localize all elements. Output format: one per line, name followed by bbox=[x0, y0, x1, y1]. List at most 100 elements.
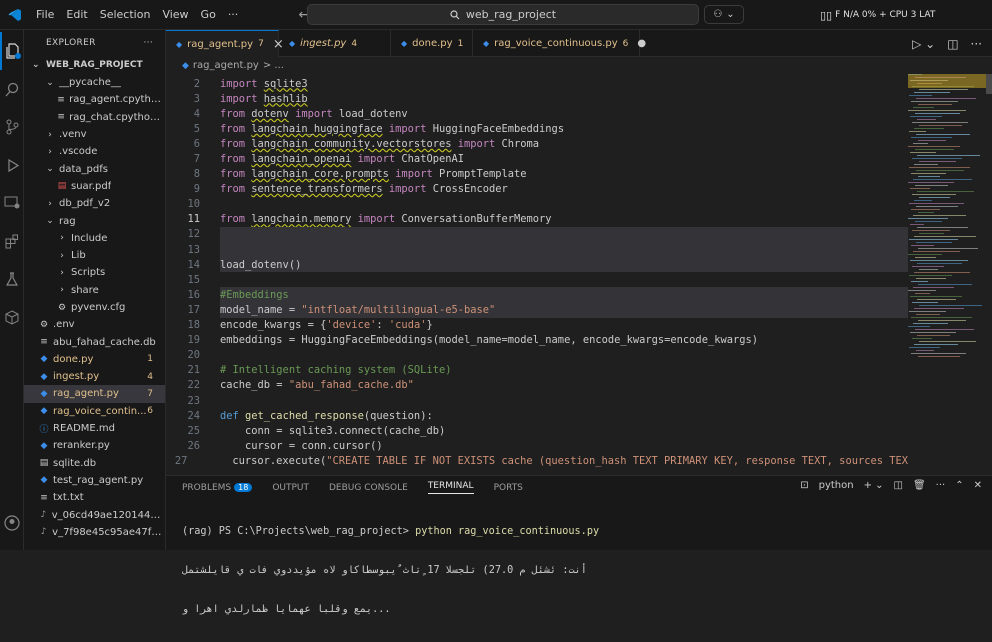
code-line[interactable]: 22 cache_db = "abu_fahad_cache.db" bbox=[166, 378, 908, 393]
terminal-output[interactable]: (rag) PS C:\Projects\web_rag_project> py… bbox=[166, 499, 992, 642]
code-line[interactable]: 16 #Embeddings bbox=[166, 287, 908, 303]
code-line[interactable]: 6 from langchain_community.vectorstores i… bbox=[166, 136, 908, 151]
account-icon[interactable] bbox=[0, 504, 24, 542]
panel-tab-problems[interactable]: PROBLEMS 18 bbox=[182, 482, 253, 493]
code-line[interactable]: 18 encode_kwargs = {'device': 'cuda'} bbox=[166, 318, 908, 333]
tree-item[interactable]: › Include bbox=[24, 230, 165, 247]
tree-item[interactable]: ⌄ rag bbox=[24, 212, 165, 229]
tree-item[interactable]: ≡ rag_agent.cpython-3... bbox=[24, 91, 165, 108]
menu-more[interactable]: ··· bbox=[222, 0, 245, 30]
extensions-icon[interactable] bbox=[0, 222, 24, 260]
split-terminal-icon[interactable]: ◫ bbox=[894, 480, 903, 491]
code-line[interactable]: 25 conn = sqlite3.connect(cache_db) bbox=[166, 423, 908, 438]
tree-item[interactable]: › db_pdf_v2 bbox=[24, 195, 165, 212]
code-line[interactable]: 8 from langchain_core.prompts import Prom… bbox=[166, 167, 908, 182]
tree-item[interactable]: › share bbox=[24, 282, 165, 299]
panel-tab-ports[interactable]: PORTS bbox=[494, 483, 523, 493]
search-icon[interactable] bbox=[0, 70, 24, 108]
tree-item[interactable]: ⚙ pyvenv.cfg bbox=[24, 299, 165, 316]
remote-explorer-icon[interactable] bbox=[0, 184, 24, 222]
code-line[interactable]: 20 bbox=[166, 348, 908, 363]
layout-icon[interactable]: ▯▯ bbox=[820, 9, 832, 22]
more-actions-icon[interactable]: ··· bbox=[936, 480, 946, 491]
code-line[interactable]: 12 bbox=[166, 226, 908, 243]
tree-item[interactable]: ⚙ .env bbox=[24, 316, 165, 333]
source-control-icon[interactable] bbox=[0, 108, 24, 146]
code-line[interactable]: 13 bbox=[166, 242, 908, 258]
menu-item-view[interactable]: View bbox=[156, 0, 194, 30]
run-debug-icon[interactable] bbox=[0, 146, 24, 184]
code-line[interactable]: 10 bbox=[166, 197, 908, 212]
more-actions-icon[interactable]: ··· bbox=[971, 37, 982, 51]
code-line[interactable]: 7 from langchain_openai import ChatOpenAI bbox=[166, 151, 908, 166]
menu-item-go[interactable]: Go bbox=[195, 0, 222, 30]
menu-item-edit[interactable]: Edit bbox=[60, 0, 93, 30]
code-line[interactable]: 21 # Intelligent caching system (SQLite) bbox=[166, 363, 908, 378]
tree-item[interactable]: ◆ reranker.py bbox=[24, 437, 165, 454]
tree-item[interactable]: ▤ suar.pdf bbox=[24, 178, 165, 195]
tree-item[interactable]: ≡ txt.txt bbox=[24, 489, 165, 506]
code-line[interactable]: 2 import sqlite3 bbox=[166, 76, 908, 91]
explorer-icon[interactable] bbox=[0, 32, 24, 70]
code-line[interactable]: 26 cursor = conn.cursor() bbox=[166, 438, 908, 453]
containers-icon[interactable] bbox=[0, 298, 24, 336]
line-number: 12 bbox=[166, 228, 220, 241]
code-line[interactable]: 15 bbox=[166, 272, 908, 287]
command-center-search[interactable]: web_rag_project bbox=[307, 4, 699, 25]
code-line[interactable]: 17 model_name = "intfloat/multilingual-e5… bbox=[166, 302, 908, 318]
menu-item-selection[interactable]: Selection bbox=[94, 0, 157, 30]
tree-item[interactable]: ♪ v_06cd49ae1201442aa... bbox=[24, 506, 165, 523]
maximize-panel-icon[interactable]: ⌃ bbox=[955, 480, 963, 491]
menu-item-file[interactable]: File bbox=[30, 0, 60, 30]
tree-item[interactable]: ▤ sqlite.db bbox=[24, 455, 165, 472]
panel-tab-terminal[interactable]: TERMINAL bbox=[427, 481, 474, 494]
tree-item[interactable]: ◆ rag_voice_contin... 6 bbox=[24, 403, 165, 420]
more-actions-icon[interactable]: ··· bbox=[144, 38, 153, 48]
tab-rag_voice_continuous[interactable]: ◆ rag_voice_continuous.py 6 ● bbox=[473, 30, 646, 57]
testing-icon[interactable] bbox=[0, 260, 24, 298]
code-line[interactable]: 9 from sentence_transformers import Cross… bbox=[166, 182, 908, 197]
terminal-shell-label[interactable]: python bbox=[819, 480, 854, 491]
tab-ingest[interactable]: ◆ ingest.py 4 bbox=[279, 30, 391, 57]
tree-item[interactable]: ♪ v_7f98e45c95ae47fbb... bbox=[24, 524, 165, 541]
minimap[interactable] bbox=[908, 74, 988, 374]
split-editor-icon[interactable]: ◫ bbox=[947, 37, 958, 51]
tree-item[interactable]: ⓘ README.md bbox=[24, 420, 165, 437]
tree-item[interactable]: › Lib bbox=[24, 247, 165, 264]
tree-item[interactable]: ◆ done.py 1 bbox=[24, 351, 165, 368]
code-line[interactable]: 5 from langchain_huggingface import Huggi… bbox=[166, 121, 908, 136]
tree-item[interactable]: ≡ rag_chat.cpython-31... bbox=[24, 109, 165, 126]
code-text: def get_cached_response(question): bbox=[220, 410, 433, 422]
tree-item[interactable]: ⌄ __pycache__ bbox=[24, 74, 165, 91]
tree-item[interactable]: ◆ rag_agent.py 7 bbox=[24, 385, 165, 403]
copilot-button[interactable]: ⚇ ⌄ bbox=[704, 5, 744, 24]
close-icon[interactable]: ✕ bbox=[974, 480, 982, 491]
tree-item[interactable]: ⌄ data_pdfs bbox=[24, 160, 165, 177]
code-line[interactable]: 23 bbox=[166, 393, 908, 408]
tree-item[interactable]: › .vscode bbox=[24, 143, 165, 160]
tree-item[interactable]: › Scripts bbox=[24, 264, 165, 281]
breadcrumb-file[interactable]: rag_agent.py bbox=[193, 60, 259, 71]
code-line[interactable]: 3 import hashlib bbox=[166, 91, 908, 106]
tree-item[interactable]: › .venv bbox=[24, 126, 165, 143]
workspace-root[interactable]: ⌄ WEB_RAG_PROJECT bbox=[24, 56, 165, 74]
panel-tab-debug-console[interactable]: DEBUG CONSOLE bbox=[329, 483, 408, 493]
tab-done[interactable]: ◆ done.py 1 bbox=[391, 30, 473, 57]
tree-item[interactable]: ◆ ingest.py 4 bbox=[24, 368, 165, 385]
panel-tab-output[interactable]: OUTPUT bbox=[272, 483, 309, 493]
code-line[interactable]: 14 load_dotenv() bbox=[166, 257, 908, 273]
tree-item[interactable]: ◆ test_rag_agent.py bbox=[24, 472, 165, 489]
new-terminal-icon[interactable]: + ⌄ bbox=[864, 480, 884, 491]
trash-icon[interactable]: 🗑 bbox=[913, 480, 926, 491]
code-editor[interactable]: 2 import sqlite3 3 import hashlib 4 from dote… bbox=[166, 76, 908, 476]
code-line[interactable]: 4 from dotenv import load_dotenv bbox=[166, 106, 908, 121]
code-line[interactable]: 11 from langchain.memory import Conversat… bbox=[166, 212, 908, 227]
tab-rag_agent[interactable]: ◆ rag_agent.py 7 × bbox=[166, 30, 284, 57]
tree-item[interactable]: ≡ abu_fahad_cache.db bbox=[24, 333, 165, 350]
code-line[interactable]: 19 embeddings = HuggingFaceEmbeddings(mod… bbox=[166, 333, 908, 348]
code-line[interactable]: 27 cursor.execute("CREATE TABLE IF NOT E… bbox=[166, 453, 908, 468]
code-line[interactable]: 24 def get_cached_response(question): bbox=[166, 408, 908, 423]
vertical-scrollbar[interactable] bbox=[986, 74, 992, 94]
unsaved-dot-icon[interactable]: ● bbox=[637, 38, 646, 49]
run-python-icon[interactable]: ▷ ⌄ bbox=[912, 37, 935, 51]
